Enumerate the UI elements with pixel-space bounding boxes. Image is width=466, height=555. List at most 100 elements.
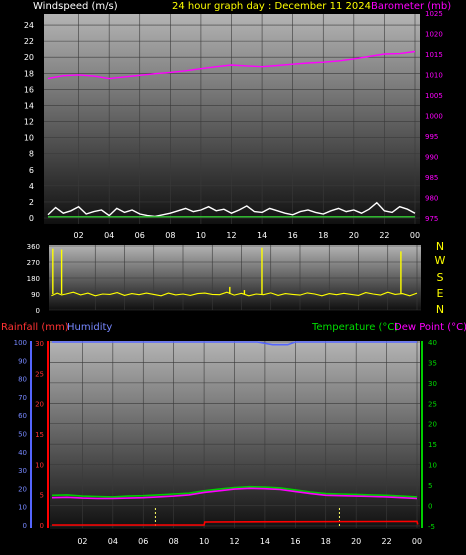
y-tick-label: 15 (428, 441, 437, 449)
x-tick-label: 20 (351, 537, 361, 546)
y-tick-label: 12 (24, 118, 34, 127)
y-tick-label: 40 (18, 449, 27, 457)
y-tick-label: 40 (428, 339, 437, 347)
y-tick-label: 1000 (425, 112, 443, 120)
y-tick-label: 0 (36, 307, 40, 315)
plot-background (49, 245, 421, 310)
compass-label-n-bottom: N (436, 303, 444, 316)
y-tick-label: 14 (24, 101, 34, 110)
x-tick-label: 16 (288, 231, 298, 240)
y-tick-label: 100 (14, 339, 27, 347)
y-tick-label: 1025 (425, 10, 443, 18)
y-tick-label: 0 (23, 522, 27, 530)
y-tick-label: 10 (428, 462, 437, 470)
y-tick-label: 25 (35, 370, 44, 378)
x-tick-label: 14 (260, 537, 270, 546)
y-tick-label: 180 (27, 275, 40, 283)
y-tick-label: 50 (18, 431, 27, 439)
x-tick-label: 12 (229, 537, 239, 546)
y-tick-label: 2 (29, 198, 34, 207)
temperature-label: Temperature (°C) (311, 322, 398, 333)
y-tick-label: 35 (428, 359, 437, 367)
y-tick-label: 20 (18, 485, 27, 493)
y-tick-label: 90 (31, 291, 40, 299)
y-tick-label: 5 (40, 492, 44, 500)
x-tick-label: 22 (379, 231, 389, 240)
compass-label-w: W (435, 254, 446, 267)
y-tick-label: 70 (18, 394, 27, 402)
y-tick-label: 30 (18, 467, 27, 475)
plot-background (50, 341, 420, 529)
x-tick-label: 22 (381, 537, 391, 546)
y-tick-label: 10 (18, 504, 27, 512)
x-tick-label: 18 (321, 537, 331, 546)
y-tick-label: 20 (428, 421, 437, 429)
x-tick-label: 06 (135, 231, 145, 240)
x-tick-label: 08 (165, 231, 175, 240)
weather-graphs: Windspeed (m/s) 24 hour graph day : Dece… (1, 1, 466, 546)
x-tick-label: 10 (199, 537, 209, 546)
y-tick-label: 80 (18, 376, 27, 384)
y-tick-label: 995 (425, 133, 438, 141)
wind-direction-panel: 0 90 180 270 360 N W S E N (27, 240, 446, 316)
y-tick-label: 10 (35, 461, 44, 469)
y-tick-label: 15 (35, 431, 44, 439)
y-tick-label: 18 (24, 69, 34, 78)
humidity-ticks: 0 10 20 30 40 50 60 70 80 90 100 (14, 339, 27, 530)
y-tick-label: 0 (29, 214, 34, 223)
y-tick-label: 30 (428, 380, 437, 388)
y-tick-label: 8 (29, 150, 34, 159)
y-tick-label: 5 (428, 482, 432, 490)
wind-barometer-panel: Windspeed (m/s) 24 hour graph day : Dece… (24, 1, 451, 240)
y-tick-label: 0 (40, 522, 44, 530)
chart-title: 24 hour graph day : December 11 2024 (172, 1, 371, 12)
x-tick-label: 00 (410, 231, 420, 240)
y-tick-label: 980 (425, 194, 438, 202)
y-tick-label: 24 (24, 21, 34, 30)
y-tick-label: 22 (24, 37, 34, 46)
x-tick-label: 18 (318, 231, 328, 240)
windspeed-ticks: 024681012141618202224 (24, 21, 34, 223)
time-ticks: 02 04 06 08 10 12 14 16 18 20 22 00 (77, 537, 422, 546)
x-tick-label: 06 (138, 537, 148, 546)
y-tick-label: 990 (425, 153, 438, 161)
time-ticks: 02 04 06 08 10 12 14 16 18 20 22 00 (73, 231, 420, 240)
compass-label-e: E (437, 287, 444, 300)
x-tick-label: 10 (196, 231, 206, 240)
x-tick-label: 02 (73, 231, 83, 240)
x-tick-label: 08 (169, 537, 179, 546)
x-tick-label: 12 (226, 231, 236, 240)
x-tick-label: 04 (104, 231, 114, 240)
compass-label-n-top: N (436, 240, 444, 253)
y-tick-label: 6 (29, 166, 34, 175)
y-tick-label: 20 (35, 401, 44, 409)
y-tick-label: 10 (24, 134, 34, 143)
y-tick-label: 16 (24, 85, 34, 94)
rainfall-label: Rainfall (mm) (1, 322, 69, 333)
x-tick-label: 00 (412, 537, 422, 546)
y-tick-label: 270 (27, 259, 40, 267)
y-tick-label: 1005 (425, 92, 443, 100)
rainfall-ticks: 0 5 10 15 20 25 30 (35, 340, 44, 530)
x-tick-label: 02 (77, 537, 87, 546)
humidity-label: Humidity (67, 322, 112, 333)
y-tick-label: 60 (18, 412, 27, 420)
y-tick-label: 985 (425, 174, 438, 182)
x-tick-label: 20 (349, 231, 359, 240)
y-tick-label: 30 (35, 340, 44, 348)
x-tick-label: 14 (257, 231, 267, 240)
y-tick-label: 1020 (425, 30, 443, 38)
left-axis-label: Windspeed (m/s) (33, 1, 118, 12)
y-tick-label: 360 (27, 243, 40, 251)
temperature-humidity-panel: Rainfall (mm) Humidity Temperature (°C) … (1, 322, 466, 546)
y-tick-label: -5 (428, 523, 435, 531)
y-tick-label: 20 (24, 53, 34, 62)
compass-labels: N W S E N (435, 240, 446, 316)
plot-background (44, 14, 420, 224)
y-tick-label: 975 (425, 215, 438, 223)
x-tick-label: 04 (108, 537, 118, 546)
direction-ticks: 0 90 180 270 360 (27, 243, 40, 315)
compass-label-s: S (437, 271, 444, 284)
y-tick-label: 90 (18, 357, 27, 365)
y-tick-label: 1015 (425, 51, 443, 59)
